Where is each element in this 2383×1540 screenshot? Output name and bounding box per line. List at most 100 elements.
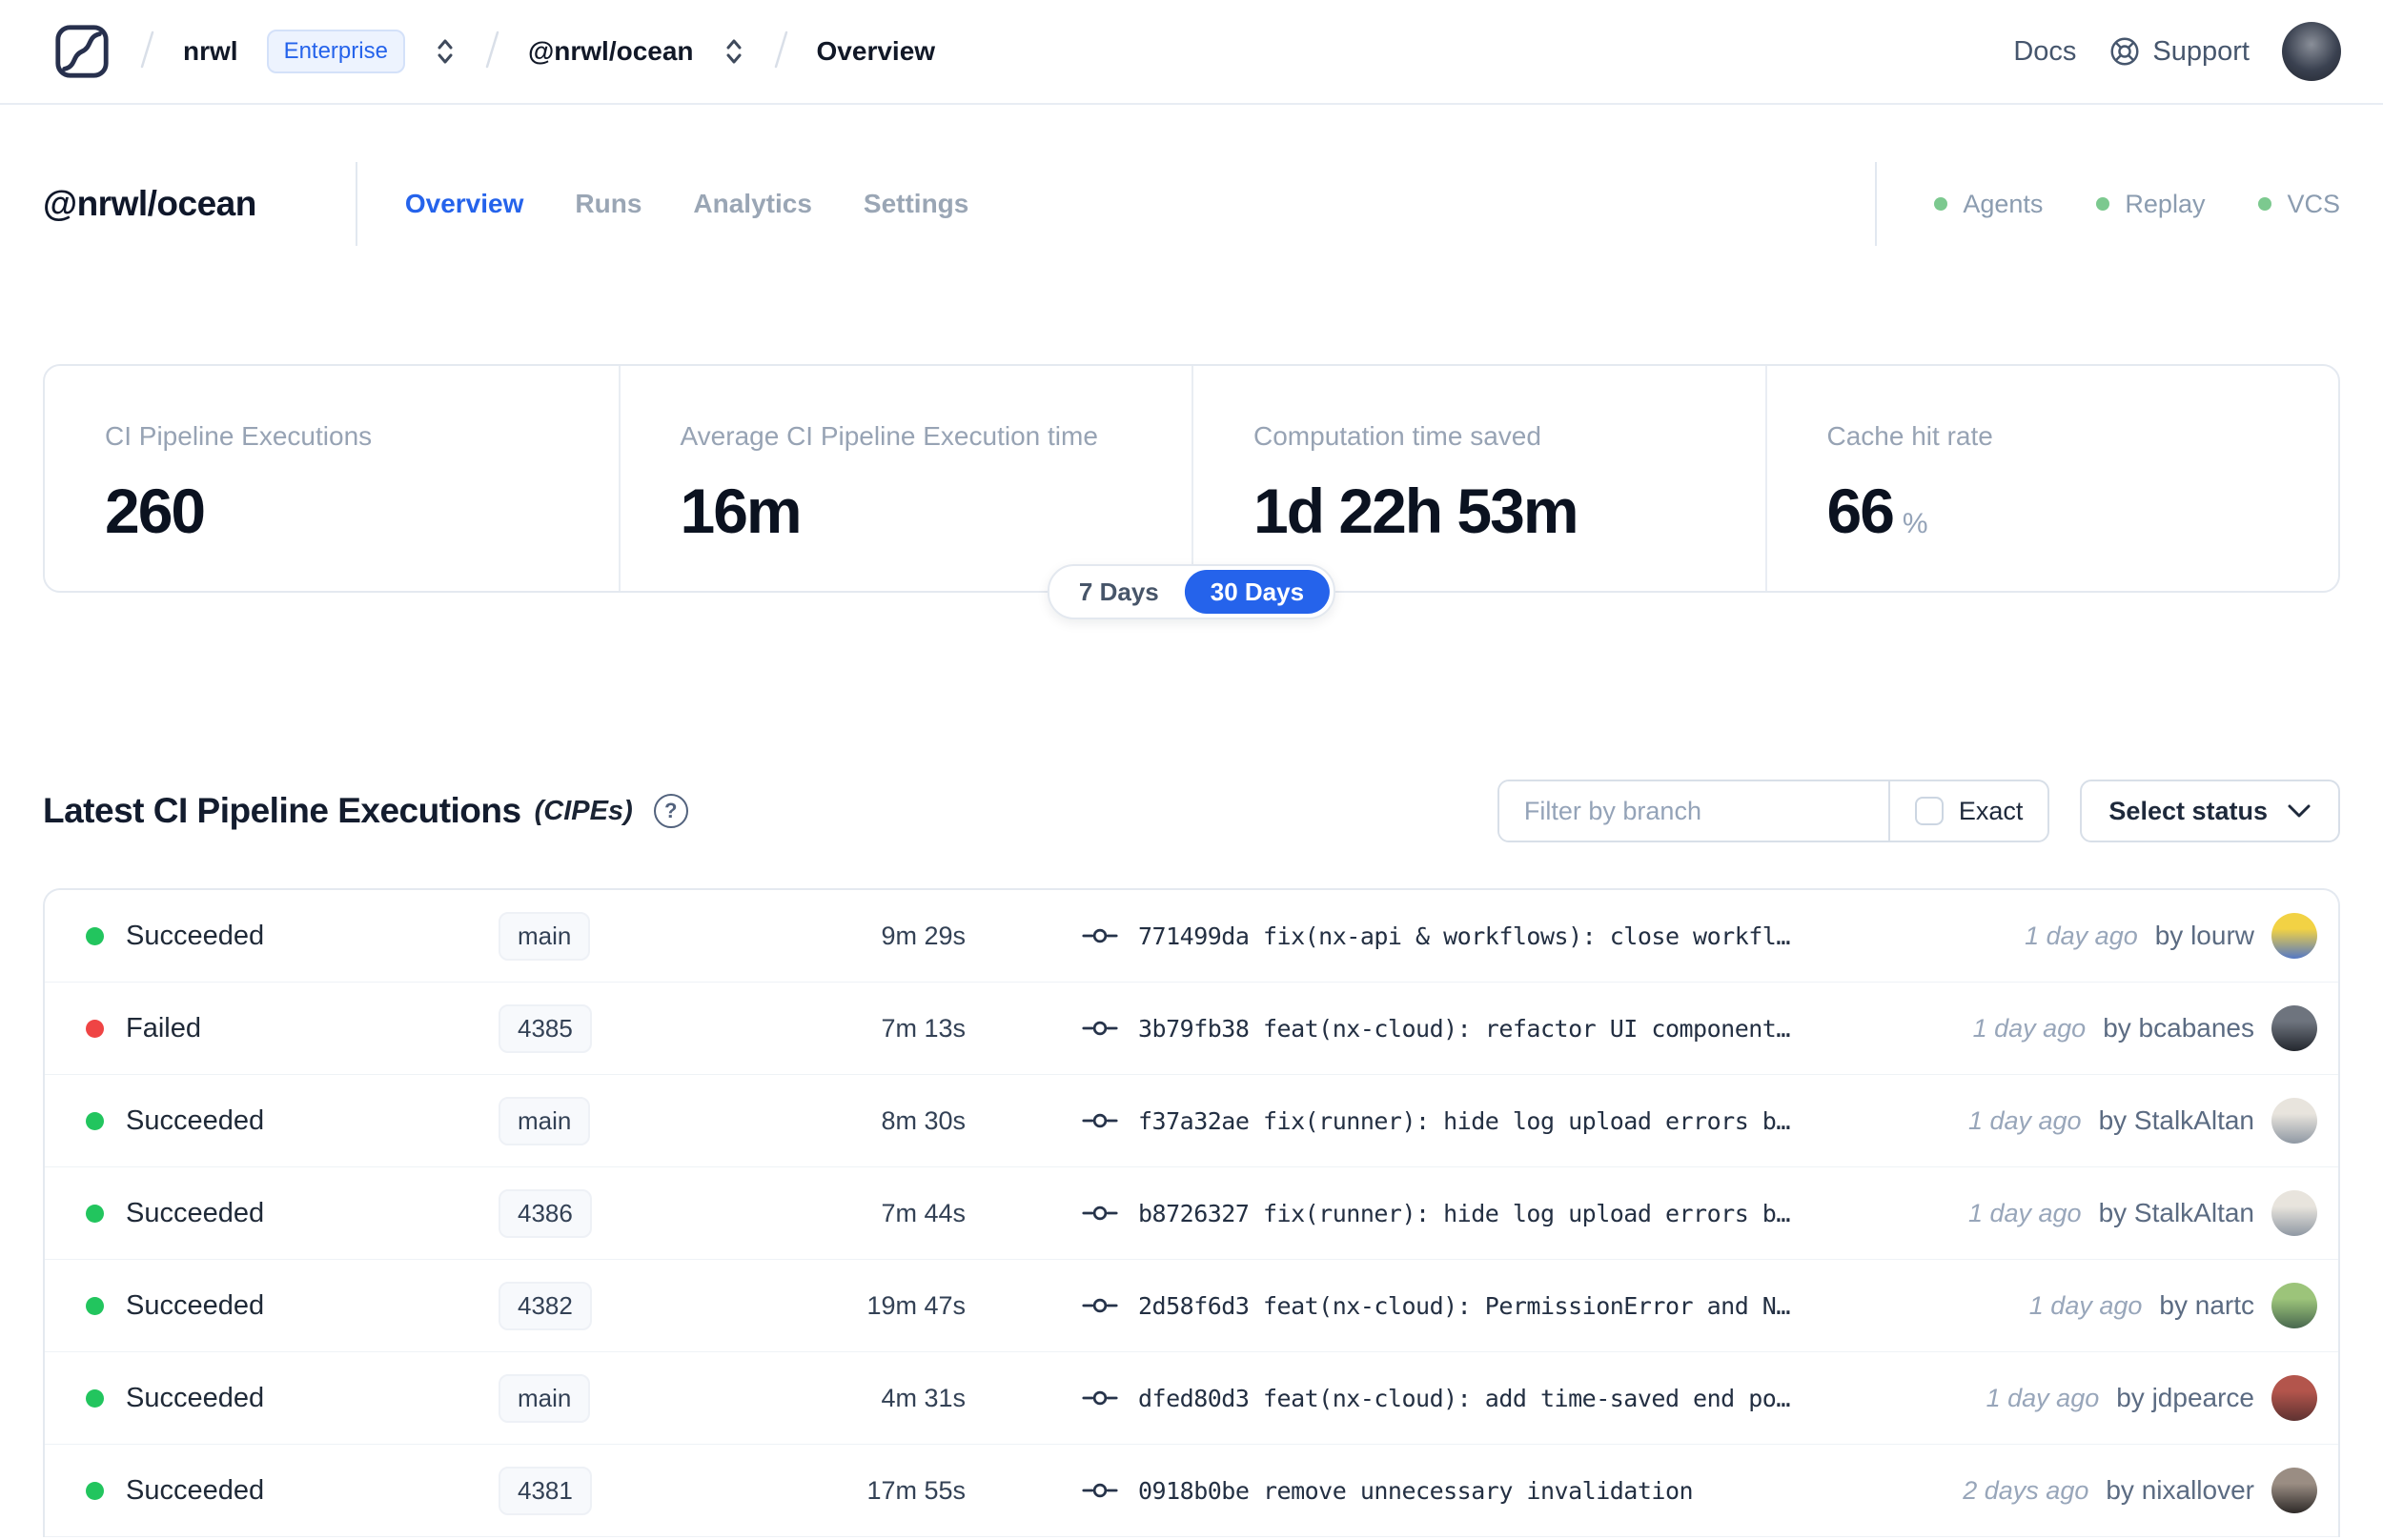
stat-label: Average CI Pipeline Execution time [680, 421, 1098, 451]
cipe-row[interactable]: Succeeded main 9m 29s 771499da fix(nx-ap… [45, 890, 2338, 983]
author-avatar[interactable] [2271, 1005, 2317, 1051]
commit-cell: 2d58f6d3 feat(nx-cloud): PermissionError… [1082, 1292, 2006, 1320]
stat-value: 66 [1826, 476, 1895, 546]
status-cell: Succeeded [86, 921, 415, 952]
status-dot-icon [1934, 197, 1948, 211]
duration-label: 17m 55s [866, 1475, 966, 1505]
tab-settings[interactable]: Settings [864, 189, 968, 219]
meta-cell: 1 day ago by StalkAltan [1968, 1190, 2317, 1236]
git-commit-icon [1082, 924, 1118, 947]
help-icon[interactable]: ? [653, 794, 688, 828]
commit-message[interactable]: 3b79fb38 feat(nx-cloud): refactor UI com… [1138, 1015, 1790, 1043]
exact-checkbox[interactable] [1914, 797, 1944, 825]
status-label: Succeeded [126, 1474, 265, 1506]
org-switcher-chevrons-icon[interactable] [434, 36, 457, 67]
breadcrumb-workspace[interactable]: @nrwl/ocean [528, 36, 694, 67]
branch-badge[interactable]: 4382 [499, 1281, 592, 1330]
stat-card-cache-hit: Cache hit rate 66% [1764, 366, 2339, 591]
commit-cell: dfed80d3 feat(nx-cloud): add time-saved … [1082, 1385, 1964, 1412]
user-avatar[interactable] [2282, 22, 2341, 81]
status-cell: Failed [86, 1013, 415, 1044]
toggle-7-days[interactable]: 7 Days [1053, 570, 1185, 614]
branch-badge[interactable]: 4386 [499, 1188, 592, 1238]
author-avatar[interactable] [2271, 1190, 2317, 1236]
stat-label: Cache hit rate [1826, 421, 1993, 451]
commit-message[interactable]: 2d58f6d3 feat(nx-cloud): PermissionError… [1138, 1292, 1790, 1320]
chevron-down-icon [2287, 803, 2312, 819]
author-avatar[interactable] [2271, 1283, 2317, 1328]
branch-badge[interactable]: main [499, 1373, 591, 1423]
stat-card-executions: CI Pipeline Executions 260 [45, 366, 619, 591]
author-label: by lourw [2154, 921, 2254, 950]
commit-cell: 0918b0be remove unnecessary invalidation [1082, 1477, 1940, 1505]
support-link[interactable]: Support [2108, 35, 2250, 68]
page-title: @nrwl/ocean [43, 184, 256, 223]
cipe-row[interactable]: Succeeded main 4m 31s dfed80d3 feat(nx-c… [45, 1352, 2338, 1445]
cipes-title: Latest CI Pipeline Executions [43, 791, 521, 830]
commit-message[interactable]: 0918b0be remove unnecessary invalidation [1138, 1477, 1693, 1505]
indicator-agents: Agents [1934, 190, 2043, 219]
cipe-table: Succeeded main 9m 29s 771499da fix(nx-ap… [43, 888, 2340, 1537]
branch-badge[interactable]: 4381 [499, 1466, 592, 1515]
exact-label: Exact [1958, 796, 2024, 825]
status-cell: Succeeded [86, 1105, 415, 1137]
cipes-title-suffix: (CIPEs) [534, 795, 633, 826]
author-label: by StalkAltan [2098, 1105, 2254, 1135]
stat-value: 1d 22h 53m [1253, 476, 1579, 546]
status-cell: Succeeded [86, 1475, 415, 1507]
workspace-header: @nrwl/ocean Overview Runs Analytics Sett… [43, 160, 2340, 248]
exact-filter[interactable]: Exact [1887, 781, 2048, 841]
tab-analytics[interactable]: Analytics [693, 189, 812, 219]
tab-overview[interactable]: Overview [405, 189, 524, 219]
time-ago-label: 1 day ago [1967, 1198, 2082, 1227]
author-avatar[interactable] [2271, 1468, 2317, 1513]
branch-badge[interactable]: 4385 [499, 1003, 592, 1053]
author-avatar[interactable] [2271, 913, 2317, 959]
commit-message[interactable]: b8726327 fix(runner): hide log upload er… [1138, 1200, 1790, 1227]
author-avatar[interactable] [2271, 1375, 2317, 1421]
status-label: Succeeded [126, 1104, 265, 1136]
stat-suffix: % [1902, 508, 1928, 539]
support-label: Support [2152, 35, 2250, 67]
time-ago-label: 1 day ago [2028, 1290, 2143, 1320]
duration-label: 9m 29s [881, 921, 966, 950]
docs-link[interactable]: Docs [2013, 36, 2076, 68]
nx-cloud-logo-icon[interactable] [52, 22, 112, 81]
meta-cell: 1 day ago by bcabanes [1973, 1005, 2317, 1051]
duration-label: 4m 31s [881, 1383, 966, 1412]
stat-card-time-saved: Computation time saved 1d 22h 53m [1192, 366, 1765, 591]
stat-cards: CI Pipeline Executions 260 Average CI Pi… [43, 364, 2340, 593]
time-ago-label: 1 day ago [2025, 921, 2138, 950]
indicator-label: Replay [2125, 189, 2206, 218]
cipe-row[interactable]: Succeeded 4386 7m 44s b8726327 fix(runne… [45, 1167, 2338, 1260]
meta-cell: 1 day ago by jdpearce [1986, 1375, 2317, 1421]
tab-runs[interactable]: Runs [575, 189, 642, 219]
author-avatar[interactable] [2271, 1098, 2317, 1144]
commit-message[interactable]: f37a32ae fix(runner): hide log upload er… [1138, 1107, 1790, 1135]
indicator-label: Agents [1963, 189, 2044, 218]
status-cell: Succeeded [86, 1198, 415, 1229]
workspace-switcher-chevrons-icon[interactable] [723, 36, 745, 67]
branch-cell: 4386 [499, 1188, 737, 1238]
stat-value: 16m [680, 476, 803, 546]
divider [1875, 162, 1878, 246]
indicator-vcs: VCS [2258, 190, 2340, 219]
cipe-row[interactable]: Succeeded 4381 17m 55s 0918b0be remove u… [45, 1445, 2338, 1537]
toggle-30-days[interactable]: 30 Days [1184, 570, 1331, 614]
branch-filter-input[interactable] [1498, 781, 1888, 841]
commit-message[interactable]: 771499da fix(nx-api & workflows): close … [1138, 922, 1790, 950]
branch-badge[interactable]: main [499, 1096, 591, 1145]
breadcrumb-org[interactable]: nrwl [183, 36, 238, 67]
branch-cell: 4381 [499, 1466, 737, 1515]
status-select-button[interactable]: Select status [2080, 780, 2340, 842]
cipe-row[interactable]: Failed 4385 7m 13s 3b79fb38 feat(nx-clou… [45, 983, 2338, 1075]
stat-value: 260 [105, 476, 206, 546]
commit-message[interactable]: dfed80d3 feat(nx-cloud): add time-saved … [1138, 1385, 1790, 1412]
cipe-row[interactable]: Succeeded 4382 19m 47s 2d58f6d3 feat(nx-… [45, 1260, 2338, 1352]
time-ago-label: 1 day ago [1986, 1383, 2100, 1412]
branch-cell: main [499, 1096, 737, 1145]
status-label: Succeeded [126, 1197, 265, 1228]
status-dot-icon [2258, 197, 2272, 211]
branch-badge[interactable]: main [499, 911, 591, 961]
cipe-row[interactable]: Succeeded main 8m 30s f37a32ae fix(runne… [45, 1075, 2338, 1167]
